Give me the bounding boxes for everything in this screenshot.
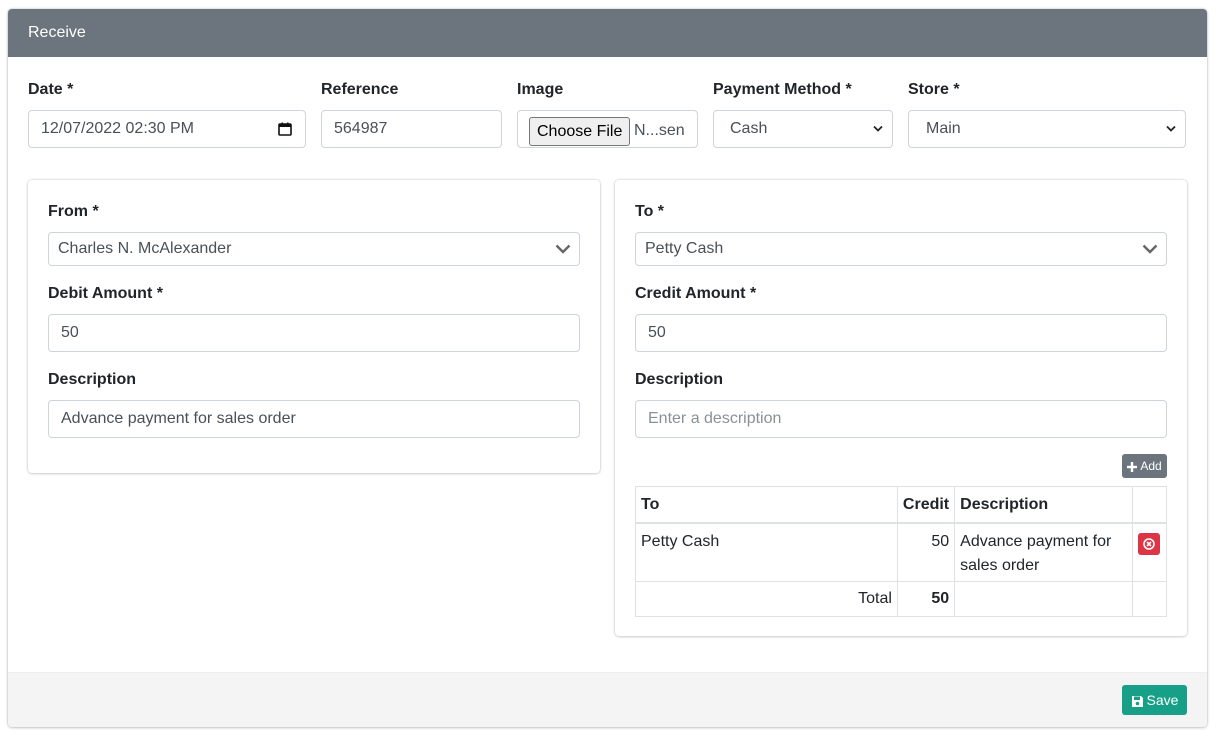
- header-actions: [1132, 486, 1167, 524]
- from-description-value: Advance payment for sales order: [61, 410, 296, 427]
- date-value: 12/07/2022 02:30 PM: [41, 120, 195, 137]
- chevron-down-icon: [873, 125, 883, 132]
- header-description: Description: [954, 486, 1133, 524]
- save-label: Save: [1146, 692, 1179, 708]
- add-line-button[interactable]: Add: [1122, 454, 1167, 478]
- payment-method-select[interactable]: Cash: [713, 110, 893, 148]
- from-label: From *: [48, 203, 99, 220]
- card-footer: [8, 672, 1207, 727]
- reference-input[interactable]: 564987: [321, 110, 502, 148]
- from-value: Charles N. McAlexander: [58, 240, 232, 257]
- header-credit: Credit: [896, 486, 956, 524]
- file-name: N...sen: [634, 122, 685, 139]
- choose-file-button[interactable]: Choose File: [529, 117, 631, 146]
- to-select[interactable]: Petty Cash: [635, 232, 1167, 266]
- total-value: 50: [896, 580, 956, 617]
- row-to: Petty Cash: [635, 522, 898, 582]
- payment-method-label: Payment Method *: [713, 81, 852, 98]
- to-description-label: Description: [635, 371, 724, 388]
- debit-amount-value: 50: [61, 324, 79, 341]
- plus-icon: [1127, 461, 1138, 472]
- debit-amount-input[interactable]: 50: [48, 314, 580, 352]
- reference-label: Reference: [321, 81, 399, 98]
- reference-value: 564987: [334, 120, 388, 137]
- to-description-placeholder: Enter a description: [648, 410, 782, 427]
- row-credit: 50: [896, 522, 956, 582]
- credit-amount-label: Credit Amount *: [635, 285, 757, 302]
- debit-amount-label: Debit Amount *: [48, 285, 163, 302]
- from-description-input[interactable]: Advance payment for sales order: [48, 400, 580, 438]
- payment-method-value: Cash: [730, 120, 768, 137]
- total-empty-actions: [1132, 580, 1167, 617]
- from-select[interactable]: Charles N. McAlexander: [48, 232, 580, 266]
- image-file-input[interactable]: Choose File N...sen: [517, 110, 698, 148]
- table-row: Petty Cash 50 Advance payment for sales …: [635, 522, 1167, 582]
- chevron-down-icon: [1166, 125, 1176, 132]
- total-label: Total: [635, 580, 898, 617]
- lines-table: To Credit Description Petty Cash 50 Adva…: [635, 486, 1167, 617]
- row-actions: [1132, 522, 1167, 582]
- chevron-down-icon: [555, 244, 571, 254]
- date-label: Date *: [28, 81, 74, 98]
- chevron-down-icon: [1142, 244, 1158, 254]
- store-value: Main: [926, 120, 961, 137]
- to-value: Petty Cash: [645, 240, 724, 257]
- page-title: Receive: [28, 24, 86, 41]
- from-description-label: Description: [48, 371, 137, 388]
- to-description-input[interactable]: Enter a description: [635, 400, 1167, 438]
- add-label: Add: [1140, 459, 1162, 473]
- date-input[interactable]: 12/07/2022 02:30 PM: [28, 110, 306, 148]
- store-select[interactable]: Main: [908, 110, 1186, 148]
- credit-amount-value: 50: [648, 324, 666, 341]
- remove-circle-icon: [1143, 538, 1155, 550]
- table-header-row: To Credit Description: [635, 486, 1167, 524]
- to-label: To *: [635, 203, 665, 220]
- header-to: To: [635, 486, 898, 524]
- total-row: Total 50: [635, 580, 1167, 617]
- card-header: Receive: [8, 9, 1207, 57]
- image-label: Image: [517, 81, 564, 98]
- row-description: Advance payment for sales order: [954, 522, 1133, 582]
- delete-row-button[interactable]: [1138, 533, 1160, 555]
- save-button[interactable]: Save: [1122, 685, 1187, 715]
- calendar-icon[interactable]: [278, 122, 292, 136]
- store-label: Store *: [908, 81, 960, 98]
- total-empty-description: [954, 580, 1133, 617]
- credit-amount-input[interactable]: 50: [635, 314, 1167, 352]
- floppy-disk-icon: [1131, 695, 1143, 707]
